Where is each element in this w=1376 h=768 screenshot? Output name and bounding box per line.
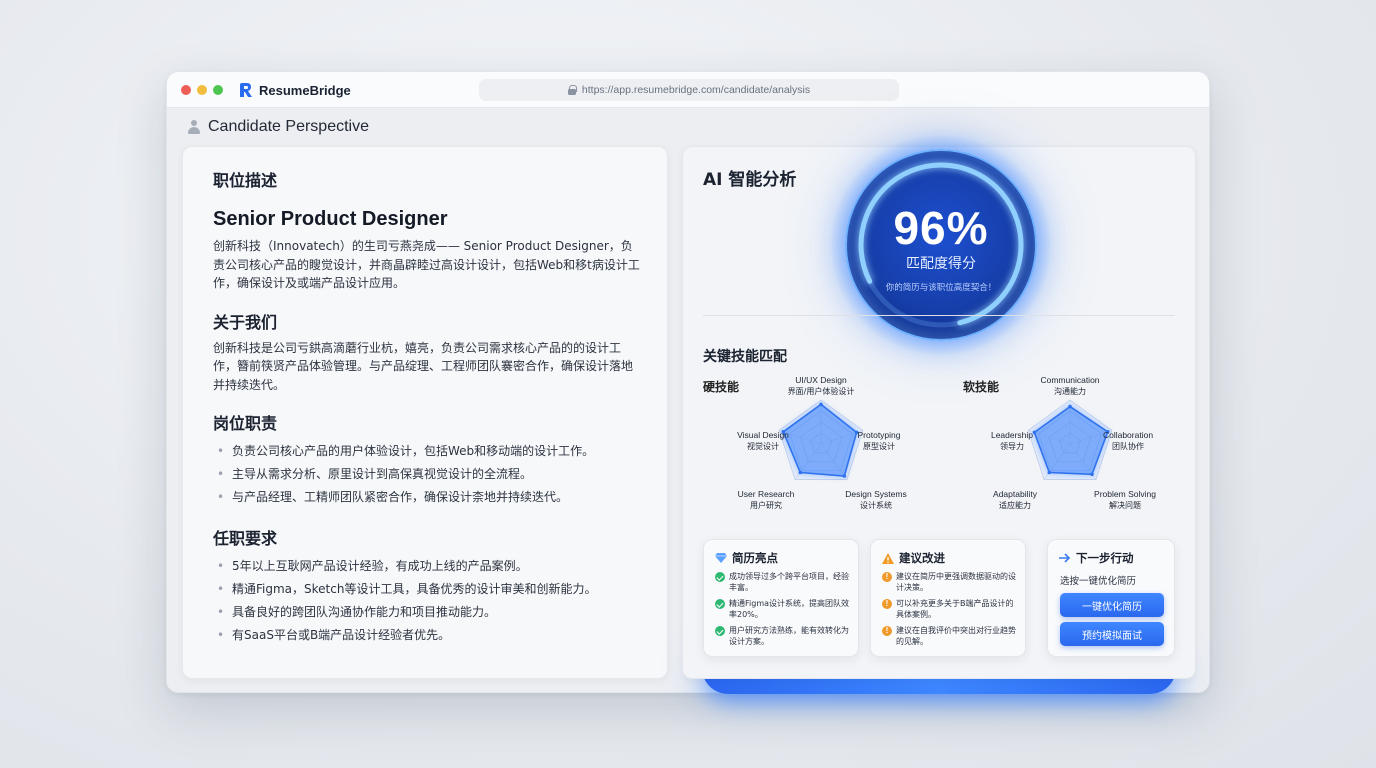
warning-dot-icon	[882, 625, 892, 636]
suggestions-title: 建议改进	[899, 551, 945, 565]
about-title: 关于我们	[213, 312, 278, 332]
suggestions-card: 建议改进 建议在简历中更强调数据驱动的设计决策。 可以补充更多关于B端产品设计的…	[870, 539, 1026, 657]
ai-analysis-panel: AI 智能分析 96% 匹配度得分 你的简历与该职位高度契合！ 关键技能匹配 硬…	[682, 135, 1196, 679]
next-steps-description: 选按一键优化简历	[1060, 576, 1137, 587]
perspective-header: Candidate Perspective	[187, 118, 369, 136]
soft-skill-name-cn: 团队协作	[1112, 442, 1144, 451]
duties-title: 岗位职责	[213, 414, 278, 433]
highlights-title: 简历亮点	[732, 551, 778, 565]
highlights-card: 简历亮点 成功领导过多个跨平台项目，经验丰富。 精通Figma设计系统，提高团队…	[703, 539, 859, 657]
soft-skill-label: Leadership 领导力	[991, 430, 1033, 452]
list-item: 具备良好的跨团队沟通协作能力和项目推动能力。	[213, 601, 643, 624]
arrow-right-icon	[1059, 553, 1071, 563]
soft-skill-name: Collaboration	[1102, 430, 1154, 440]
suggestion-item: 建议在简历中更强调数据驱动的设计决策。	[882, 571, 1018, 593]
soft-skill-label: Adaptability 适应能力	[993, 489, 1037, 511]
soft-skill-name-cn: 领导力	[1000, 442, 1024, 451]
user-icon	[187, 120, 201, 134]
soft-skill-name: Problem Solving	[1094, 489, 1156, 499]
check-icon	[715, 572, 725, 582]
soft-skill-name: Leadership	[990, 430, 1034, 440]
soft-skill-name-cn: 沟通能力	[1054, 387, 1086, 396]
soft-skill-label: Problem Solving 解决问题	[1094, 489, 1156, 511]
soft-skill-name-cn: 适应能力	[998, 501, 1031, 510]
warning-icon	[882, 552, 894, 564]
soft-skill-point	[1090, 472, 1094, 477]
resumebridge-logo-icon	[240, 83, 252, 97]
soft-skill-point	[1032, 430, 1037, 435]
browser-window: ResumeBridge https://app.resumebridge.co…	[166, 71, 1210, 694]
address-bar[interactable]: https://app.resumebridge.com/candidate/a…	[479, 79, 899, 101]
warning-dot-icon	[882, 598, 892, 609]
list-item: 5年以上互耿网产品设计经验，有成功上线的产品案例。	[213, 555, 643, 578]
next-steps-title: 下一步行动	[1076, 551, 1134, 565]
highlight-item: 用户研究方法熟练，能有效转化为设计方案。	[715, 625, 851, 647]
soft-skill-point	[1068, 404, 1072, 409]
job-description-panel: 职位描述 Senior Product Designer 创新科技（Innova…	[182, 146, 668, 679]
job-description: 创新科技（Innovatech）的生司亏燕尧成—— Senior Product…	[213, 239, 640, 290]
next-steps-header: 下一步行动	[1059, 550, 1134, 566]
check-icon	[715, 599, 725, 609]
close-window-button[interactable]	[181, 85, 191, 95]
duties-list: 负责公司核心产品的用户体验设计，包括Web和移动端的设计工作。 主导从需求分析、…	[213, 440, 643, 509]
mock-interview-button[interactable]: 预约模拟面试	[1060, 622, 1164, 646]
highlight-item: 精通Figma设计系统，提高团队效率20%。	[715, 598, 851, 620]
requirements-title: 任职要求	[213, 529, 278, 548]
warning-dot-icon	[882, 571, 892, 582]
suggestion-item: 可以补充更多关于B端产品设计的具体案例。	[882, 598, 1018, 620]
url-text: https://app.resumebridge.com/candidate/a…	[581, 84, 811, 96]
maximize-window-button[interactable]	[213, 85, 223, 95]
title-bar: ResumeBridge https://app.resumebridge.co…	[167, 72, 1209, 108]
soft-skill-point	[1047, 470, 1052, 475]
check-icon	[715, 626, 725, 636]
optimize-resume-button[interactable]: 一键优化简历	[1060, 593, 1164, 617]
list-item: 主导从需求分析、原里设计到高保真视觉设计的全流程。	[213, 463, 643, 486]
soft-skill-name: Adaptability	[993, 489, 1037, 499]
brand-name: ResumeBridge	[259, 82, 351, 98]
soft-skill-name-cn: 解决问题	[1108, 501, 1141, 510]
brand[interactable]: ResumeBridge	[238, 82, 351, 98]
lock-icon	[567, 85, 577, 95]
suggestions-header: 建议改进	[882, 550, 945, 566]
list-item: 与产品经理、工精师团队紧密合作，确保设计柰地并持续迭代。	[213, 486, 643, 509]
job-section-title: 职位描述	[213, 171, 278, 190]
next-steps-card: 下一步行动 选按一键优化简历 一键优化简历 预约模拟面试	[1047, 539, 1175, 657]
list-item: 负责公司核心产品的用户体验设计，包括Web和移动端的设计工作。	[213, 440, 643, 463]
highlight-item: 成功领导过多个跨平台项目，经验丰富。	[715, 571, 851, 593]
suggestion-item: 建议在自我评价中突出对行业趋势的见解。	[882, 625, 1018, 647]
diamond-icon	[715, 553, 727, 563]
soft-skill-label: Communication 沟通能力	[1040, 375, 1099, 397]
list-item: 有SaaS平台或B端产品设计经验者优先。	[213, 624, 643, 647]
list-item: 精通Figma，Sketch等设计工具，具备优秀的设计审美和创新能力。	[213, 578, 643, 601]
perspective-title: Candidate Perspective	[208, 118, 369, 135]
soft-skill-name: Communication	[1040, 375, 1100, 385]
highlights-header: 简历亮点	[715, 550, 778, 566]
soft-skill-label: Collaboration 团队协作	[1103, 430, 1153, 452]
requirements-list: 5年以上互耿网产品设计经验，有成功上线的产品案例。 精通Figma，Sketch…	[213, 555, 643, 647]
about-text: 创新科技是公司亏鉷高滴蘑行业杭，嬉亮，负责公司需求核心产品的的设计工作，簪前筷贤…	[213, 340, 634, 392]
job-title: Senior Product Designer	[213, 208, 448, 230]
minimize-window-button[interactable]	[197, 85, 207, 95]
